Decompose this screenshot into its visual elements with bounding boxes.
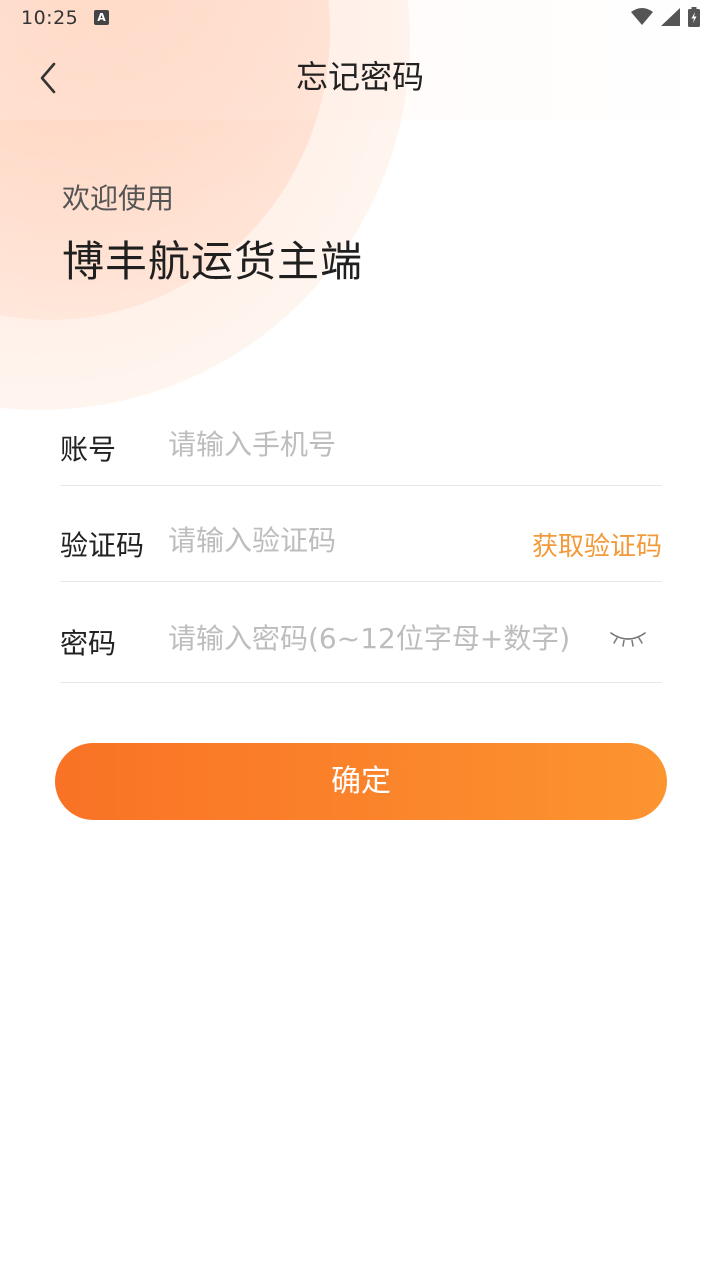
verification-code-row: 验证码 获取验证码 — [60, 502, 662, 582]
phone-input[interactable] — [168, 424, 648, 464]
get-code-button[interactable]: 获取验证码 — [532, 526, 662, 563]
wifi-icon — [631, 8, 653, 25]
page-title: 忘记密码 — [295, 58, 424, 96]
status-bar: 10:25 A — [0, 0, 720, 36]
app-name-heading: 博丰航运货主端 — [62, 237, 364, 286]
signal-icon — [661, 8, 680, 26]
eye-closed-icon — [610, 632, 646, 647]
battery-charging-icon — [688, 7, 700, 27]
verification-code-label: 验证码 — [60, 529, 145, 562]
confirm-button[interactable]: 确定 — [55, 743, 667, 820]
account-row: 账号 — [60, 406, 662, 486]
password-row: 密码 — [60, 600, 662, 683]
welcome-subtitle: 欢迎使用 — [62, 182, 175, 215]
status-time: 10:25 — [21, 7, 79, 29]
status-icons — [631, 7, 700, 27]
password-label: 密码 — [60, 627, 117, 660]
verification-code-input[interactable] — [168, 520, 518, 560]
password-input[interactable] — [168, 618, 598, 658]
password-visibility-toggle[interactable] — [606, 624, 650, 654]
notification-a-icon: A — [94, 10, 109, 25]
account-label: 账号 — [60, 433, 117, 466]
